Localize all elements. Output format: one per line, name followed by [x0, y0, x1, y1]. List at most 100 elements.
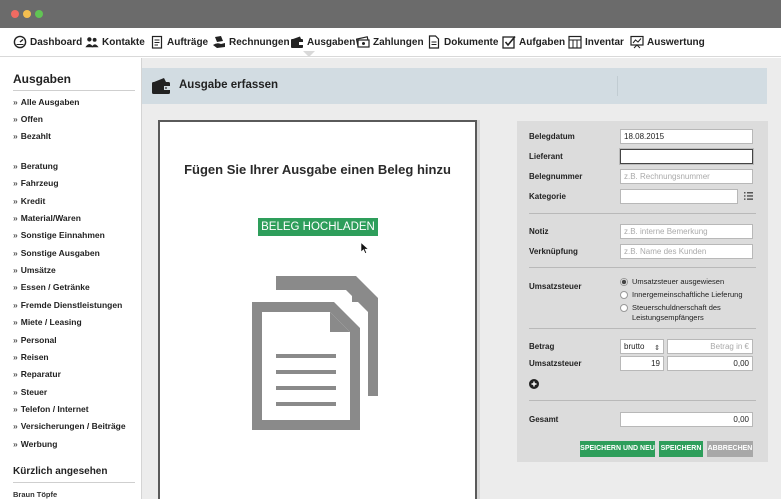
sidebar-item-category[interactable]: » Werbung	[13, 439, 57, 449]
clipboard-icon	[151, 35, 163, 49]
recent-item[interactable]: Braun Töpfe	[13, 490, 57, 499]
lieferant-input[interactable]	[620, 149, 753, 164]
nav-ausgaben[interactable]: Ausgaben	[290, 28, 355, 56]
form-divider	[529, 267, 756, 268]
sidebar-item-category[interactable]: » Kredit	[13, 196, 45, 206]
select-arrows-icon: ⇕	[654, 345, 660, 352]
umsatzsteuer-value-input[interactable]: 0,00	[667, 356, 753, 371]
umsatzsteuer-rate-label: Umsatzsteuer	[529, 359, 582, 368]
sidebar-item-category[interactable]: » Miete / Leasing	[13, 317, 82, 327]
sidebar-divider	[13, 482, 135, 483]
radio-label: Steuerschuldnerschaft des Leistungsempfä…	[632, 303, 721, 322]
list-icon[interactable]	[744, 192, 753, 200]
belegnummer-input[interactable]: z.B. Rechnungsnummer	[620, 169, 753, 184]
save-button[interactable]: SPEICHERN	[659, 441, 703, 457]
nav-aufgaben[interactable]: Aufgaben	[502, 28, 565, 56]
document-icon	[428, 35, 440, 49]
kategorie-input[interactable]	[620, 189, 738, 204]
notiz-label: Notiz	[529, 227, 549, 236]
sidebar-item-label: Fahrzeug	[20, 178, 59, 188]
recent-title: Kürzlich angesehen	[13, 466, 108, 477]
radio-button[interactable]	[620, 278, 628, 286]
nav-rechnungen[interactable]: Rechnungen	[212, 28, 290, 56]
radio-innergemeinschaftliche-lieferung[interactable]: Innergemeinschaftliche Lieferung	[620, 290, 743, 299]
speedometer-icon	[13, 35, 27, 49]
sidebar-item-category[interactable]: » Fremde Dienstleistungen	[13, 300, 122, 310]
sidebar-item-alle-ausgaben[interactable]: » Alle Ausgaben	[13, 97, 79, 107]
sidebar-item-category[interactable]: » Reparatur	[13, 369, 61, 379]
belegdatum-input[interactable]: 18.08.2015	[620, 129, 753, 144]
nav-dashboard[interactable]: Dashboard	[13, 28, 82, 56]
maximize-window-button[interactable]	[35, 10, 43, 18]
header-divider	[617, 76, 618, 96]
nav-kontakte[interactable]: Kontakte	[85, 28, 145, 56]
sidebar-item-label: Werbung	[20, 439, 58, 449]
receipt-upload-area[interactable]: Fügen Sie Ihrer Ausgabe einen Beleg hinz…	[158, 120, 477, 499]
gesamt-input[interactable]: 0,00	[620, 412, 753, 427]
sidebar-item-label: Essen / Getränke	[20, 282, 90, 292]
sidebar-item-category[interactable]: » Telefon / Internet	[13, 404, 89, 414]
documents-icon	[252, 276, 378, 430]
form-divider	[529, 328, 756, 329]
sidebar-item-label: Steuer	[20, 387, 48, 397]
sidebar-item-category[interactable]: » Fahrzeug	[13, 178, 59, 188]
betrag-input[interactable]: Betrag in €	[667, 339, 753, 354]
sidebar-item-category[interactable]: » Essen / Getränke	[13, 282, 90, 292]
sidebar: Ausgaben » Alle Ausgaben » Offen » Bezahlt …	[0, 58, 141, 499]
sidebar-divider	[13, 90, 135, 91]
close-window-button[interactable]	[11, 10, 19, 18]
money-icon	[356, 36, 370, 48]
sidebar-item-category[interactable]: » Versicherungen / Beiträge	[13, 421, 126, 431]
sidebar-item-label: Kredit	[20, 196, 46, 206]
nav-inventar[interactable]: Inventar	[568, 28, 624, 56]
sidebar-item-category[interactable]: » Sonstige Einnahmen	[13, 230, 105, 240]
sidebar-item-bezahlt[interactable]: » Bezahlt	[13, 131, 51, 141]
sidebar-item-label: Fremde Dienstleistungen	[20, 300, 123, 310]
verknuepfung-input[interactable]: z.B. Name des Kunden	[620, 244, 753, 259]
nav-auswertung[interactable]: Auswertung	[630, 28, 705, 56]
nav-dokumente[interactable]: Dokumente	[427, 28, 498, 56]
sidebar-item-label: Reisen	[20, 352, 49, 362]
invoice-hand-icon	[213, 36, 225, 48]
sidebar-item-offen[interactable]: » Offen	[13, 114, 43, 124]
expense-form: Belegdatum 18.08.2015 Lieferant Belegnum…	[517, 121, 768, 462]
betrag-mode-select[interactable]: brutto ⇕	[620, 339, 664, 354]
belegdatum-label: Belegdatum	[529, 132, 575, 141]
sidebar-item-category[interactable]: » Steuer	[13, 387, 47, 397]
form-divider	[529, 400, 756, 401]
nav-auftraege[interactable]: Aufträge	[150, 28, 208, 56]
nav-aufgaben-label: Aufgaben	[519, 36, 566, 48]
sidebar-item-category[interactable]: » Reisen	[13, 352, 49, 362]
radio-label: Innergemeinschaftliche Lieferung	[632, 290, 743, 299]
sidebar-item-category[interactable]: » Personal	[13, 335, 57, 345]
sidebar-item-category[interactable]: » Material/Waren	[13, 213, 81, 223]
sidebar-item-label: Versicherungen / Beiträge	[20, 421, 126, 431]
page-header: Ausgabe erfassen	[142, 68, 767, 104]
wallet-icon	[152, 78, 170, 94]
save-and-new-button[interactable]: SPEICHERN UND NEU	[580, 441, 655, 457]
main-content: Ausgabe erfassen Fügen Sie Ihrer Ausgabe…	[141, 58, 781, 499]
mouse-cursor-icon	[360, 242, 369, 254]
notiz-input[interactable]: z.B. interne Bemerkung	[620, 224, 753, 239]
umsatzsteuer-rate-input[interactable]: 19	[620, 356, 664, 371]
sidebar-item-label: Offen	[20, 114, 43, 124]
radio-steuerschuldnerschaft[interactable]: Steuerschuldnerschaft des Leistungsempfä…	[620, 303, 755, 323]
add-icon[interactable]	[529, 379, 539, 389]
minimize-window-button[interactable]	[23, 10, 31, 18]
upload-receipt-button[interactable]: BELEG HOCHLADEN	[258, 218, 378, 236]
inventory-icon	[568, 35, 582, 49]
nav-zahlungen[interactable]: Zahlungen	[356, 28, 424, 56]
sidebar-item-category[interactable]: » Sonstige Ausgaben	[13, 248, 100, 258]
sidebar-item-category[interactable]: » Umsätze	[13, 265, 56, 275]
nav-auftraege-label: Aufträge	[167, 36, 209, 48]
radio-button[interactable]	[620, 304, 628, 312]
nav-ausgaben-label: Ausgaben	[307, 36, 356, 48]
radio-umsatzsteuer-ausgewiesen[interactable]: Umsatzsteuer ausgewiesen	[620, 277, 724, 286]
radio-button[interactable]	[620, 291, 628, 299]
cancel-button[interactable]: ABBRECHEN	[707, 441, 753, 457]
checkbox-icon	[502, 35, 516, 49]
nav-rechnungen-label: Rechnungen	[229, 36, 290, 48]
top-navigation: Dashboard Kontakte Aufträge Rechnungen A…	[0, 28, 781, 57]
nav-kontakte-label: Kontakte	[102, 36, 145, 48]
sidebar-item-category[interactable]: » Beratung	[13, 161, 58, 171]
